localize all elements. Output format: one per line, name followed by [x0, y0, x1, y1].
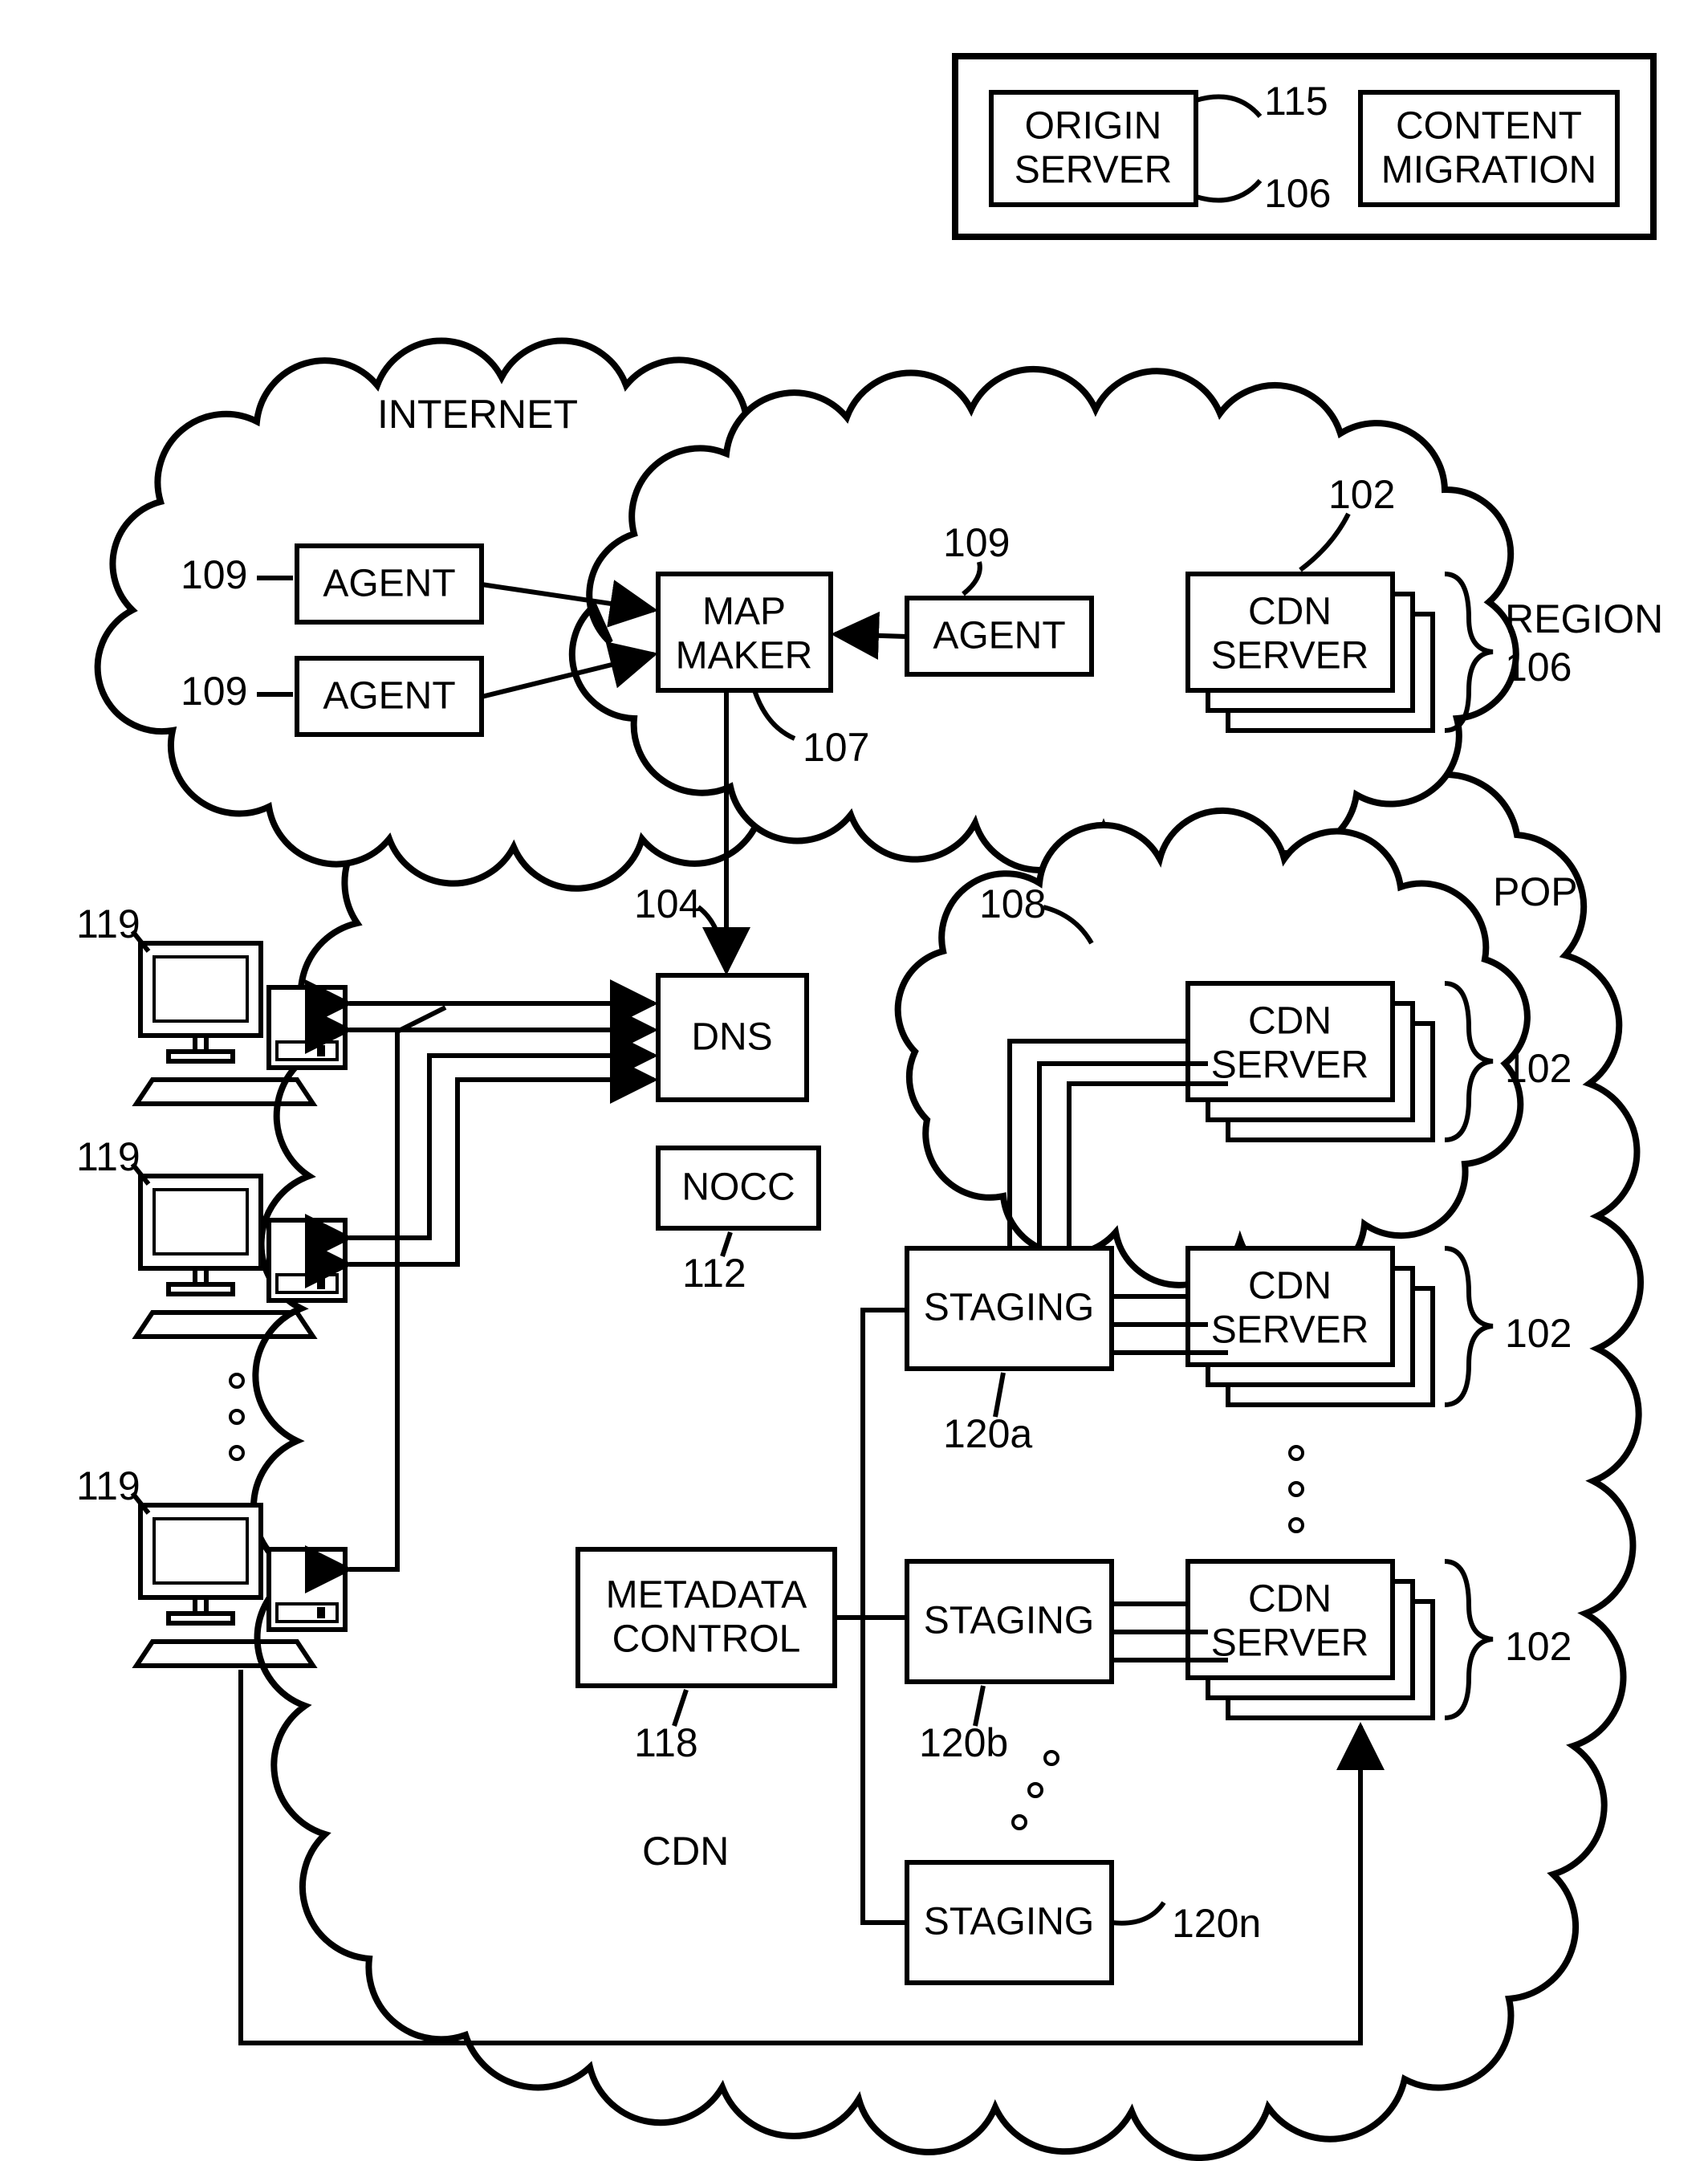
svg-text:POP: POP	[1493, 869, 1578, 914]
svg-text:STAGING: STAGING	[924, 1901, 1094, 1943]
svg-text:120n: 120n	[1172, 1901, 1261, 1946]
svg-text:REGION: REGION	[1505, 596, 1663, 641]
svg-text:CDN: CDN	[1248, 591, 1332, 633]
svg-text:MAP: MAP	[702, 591, 786, 633]
svg-text:SERVER: SERVER	[1211, 1622, 1369, 1665]
svg-text:112: 112	[682, 1251, 746, 1296]
svg-text:119: 119	[76, 901, 140, 946]
svg-text:120a: 120a	[943, 1411, 1032, 1456]
diagram-root: ORIGIN SERVER 115 106 CONTENT MIGRATION …	[0, 0, 1708, 2161]
svg-text:102: 102	[1328, 472, 1395, 517]
svg-text:NOCC: NOCC	[681, 1166, 795, 1209]
svg-text:METADATA: METADATA	[606, 1574, 807, 1617]
svg-text:109: 109	[181, 552, 247, 597]
svg-text:CDN: CDN	[1248, 1578, 1332, 1621]
svg-text:STAGING: STAGING	[924, 1600, 1094, 1642]
legend-migration-line1: CONTENT	[1396, 105, 1582, 148]
svg-text:SERVER: SERVER	[1211, 1309, 1369, 1352]
ref-104: 104	[634, 881, 701, 926]
svg-text:DNS: DNS	[691, 1016, 772, 1059]
svg-text:120b: 120b	[919, 1720, 1008, 1765]
svg-text:STAGING: STAGING	[924, 1287, 1094, 1329]
legend-box: ORIGIN SERVER 115 106 CONTENT MIGRATION	[955, 56, 1653, 237]
dns-box: DNS	[658, 975, 807, 1100]
svg-text:102: 102	[1505, 1311, 1572, 1356]
svg-text:AGENT: AGENT	[323, 563, 455, 605]
svg-text:MAKER: MAKER	[676, 635, 813, 678]
svg-text:CDN: CDN	[1248, 1265, 1332, 1308]
svg-text:108: 108	[979, 881, 1046, 926]
legend-migration-ref: 106	[1264, 171, 1331, 216]
svg-text:118: 118	[634, 1720, 698, 1765]
dots-clients	[230, 1374, 243, 1459]
svg-text:109: 109	[181, 669, 247, 714]
svg-text:109: 109	[943, 520, 1010, 565]
svg-text:102: 102	[1505, 1624, 1572, 1669]
legend-migration-line2: MIGRATION	[1381, 149, 1596, 192]
svg-text:CONTROL: CONTROL	[612, 1618, 801, 1661]
svg-text:106: 106	[1505, 645, 1572, 690]
svg-text:SERVER: SERVER	[1211, 1044, 1369, 1087]
cdn-label: CDN	[642, 1829, 729, 1874]
legend-origin-ref: 115	[1264, 79, 1328, 124]
svg-text:CDN: CDN	[1248, 1000, 1332, 1043]
svg-text:102: 102	[1505, 1046, 1572, 1091]
svg-text:119: 119	[76, 1463, 140, 1508]
svg-text:119: 119	[76, 1134, 140, 1179]
svg-text:AGENT: AGENT	[933, 615, 1065, 657]
legend-origin-line2: SERVER	[1015, 149, 1173, 192]
internet-label: INTERNET	[377, 392, 578, 437]
legend-origin-line1: ORIGIN	[1025, 105, 1162, 148]
svg-text:AGENT: AGENT	[323, 675, 455, 718]
svg-text:SERVER: SERVER	[1211, 635, 1369, 678]
svg-text:107: 107	[803, 725, 869, 770]
